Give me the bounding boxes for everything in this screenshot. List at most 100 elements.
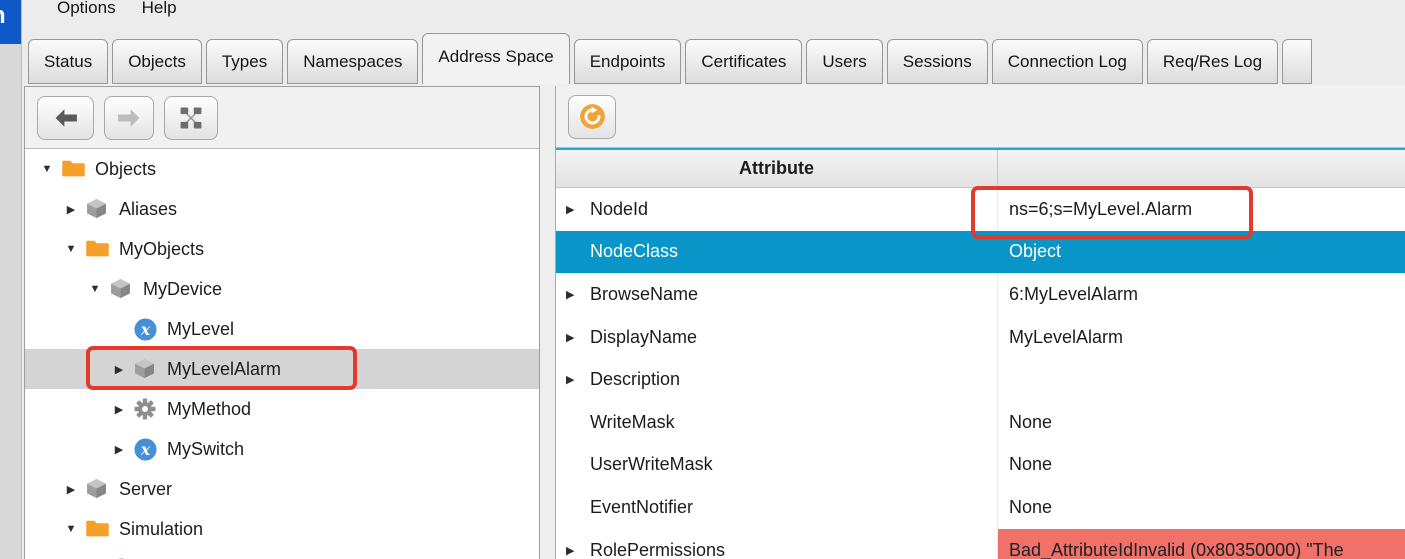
attributes-table-body: ▶NodeIdns=6;s=MyLevel.AlarmNodeClassObje…	[556, 188, 1405, 559]
folder-icon	[86, 518, 109, 541]
attr-row-description[interactable]: ▶Description	[556, 358, 1405, 401]
attributes-panel: Attribute ▶NodeIdns=6;s=MyLevel.AlarmNod…	[555, 86, 1405, 559]
attr-row-browsename[interactable]: ▶BrowseName 6:MyLevelAlarm	[556, 273, 1405, 316]
tree-item-label: Aliases	[119, 199, 177, 220]
menu-help[interactable]: Help	[129, 0, 190, 20]
refresh-button[interactable]	[568, 95, 616, 139]
attribute-value-cell	[998, 358, 1405, 401]
tree-item-mylevel[interactable]: x MyLevel	[25, 309, 539, 349]
tree-item-label: MyLevelAlarm	[167, 359, 281, 380]
attributes-table: Attribute ▶NodeIdns=6;s=MyLevel.AlarmNod…	[556, 148, 1405, 559]
svg-text:x: x	[140, 319, 151, 338]
attribute-name: WriteMask	[590, 412, 675, 433]
attribute-value-cell: None	[998, 486, 1405, 529]
attribute-name: NodeClass	[590, 241, 678, 262]
forward-icon	[117, 108, 141, 128]
attribute-name: DisplayName	[590, 327, 697, 348]
chevron-expanded-icon[interactable]: ▼	[63, 243, 79, 255]
chevron-collapsed-icon[interactable]: ▶	[566, 373, 590, 386]
attr-row-writemask[interactable]: WriteMaskNone	[556, 401, 1405, 444]
attribute-name: NodeId	[590, 199, 648, 220]
attribute-name: BrowseName	[590, 284, 698, 305]
background-window-fragment: n	[0, 0, 22, 44]
menu-options[interactable]: Options	[44, 0, 129, 20]
cube-icon	[110, 278, 133, 301]
chevron-collapsed-icon[interactable]: ▶	[111, 403, 127, 416]
tab-connection-log[interactable]: Connection Log	[992, 39, 1143, 84]
variable-icon: x	[134, 318, 157, 341]
chevron-collapsed-icon[interactable]: ▶	[111, 363, 127, 376]
tree-item-myobjects[interactable]: ▼ MyObjects	[25, 229, 539, 269]
chevron-collapsed-icon[interactable]: ▶	[63, 483, 79, 496]
tree-item-label: MyDevice	[143, 279, 222, 300]
desktop-edge-strip: n	[0, 0, 22, 559]
chevron-collapsed-icon[interactable]: ▶	[111, 443, 127, 456]
cube-icon	[86, 478, 109, 501]
value-column-header	[998, 150, 1405, 187]
attribute-value-cell: MyLevelAlarm	[998, 316, 1405, 359]
attr-row-eventnotifier[interactable]: EventNotifierNone	[556, 486, 1405, 529]
chevron-expanded-icon[interactable]: ▼	[87, 283, 103, 295]
tab-certificates[interactable]: Certificates	[685, 39, 802, 84]
references-icon	[180, 107, 202, 129]
chevron-collapsed-icon[interactable]: ▶	[566, 288, 590, 301]
tree-item-aliases[interactable]: ▶ Aliases	[25, 189, 539, 229]
tree-item-label: MyLevel	[167, 319, 234, 340]
attribute-value-cell: 6:MyLevelAlarm	[998, 273, 1405, 316]
tab-objects[interactable]: Objects	[112, 39, 202, 84]
back-button[interactable]	[37, 96, 94, 140]
tab-namespaces[interactable]: Namespaces	[287, 39, 418, 84]
tab-status[interactable]: Status	[28, 39, 108, 84]
tree-item-item[interactable]: x	[25, 549, 539, 559]
tree-toolbar	[25, 87, 539, 149]
tree-item-myswitch[interactable]: ▶xMySwitch	[25, 429, 539, 469]
chevron-collapsed-icon[interactable]: ▶	[566, 203, 590, 216]
chevron-expanded-icon[interactable]: ▼	[63, 523, 79, 535]
folder-icon	[62, 158, 85, 181]
references-button[interactable]	[164, 96, 218, 140]
cube-icon	[86, 198, 109, 221]
chevron-collapsed-icon[interactable]: ▶	[63, 203, 79, 216]
attribute-name-cell: ▶RolePermissions	[556, 529, 998, 559]
tab-address-space[interactable]: Address Space	[422, 33, 569, 84]
address-space-tree-panel: ▼ Objects ▶ Aliases ▼ MyObjects ▼ MyDevice x MyLe…	[24, 86, 540, 559]
attribute-name-cell: ▶NodeId	[556, 188, 998, 231]
tree-item-label: MyObjects	[119, 239, 204, 260]
attr-row-userwritemask[interactable]: UserWriteMaskNone	[556, 444, 1405, 487]
attr-row-nodeclass[interactable]: NodeClassObject	[556, 231, 1405, 274]
background-window-letter: n	[0, 2, 6, 30]
tree-item-label: Simulation	[119, 519, 203, 540]
tab-sessions[interactable]: Sessions	[887, 39, 988, 84]
attr-row-rolepermissions[interactable]: ▶RolePermissionsBad_AttributeIdInvalid (…	[556, 529, 1405, 559]
tree-item-mylevelalarm[interactable]: ▶ MyLevelAlarm	[25, 349, 539, 389]
tree-item-server[interactable]: ▶Server	[25, 469, 539, 509]
attribute-name: RolePermissions	[590, 540, 725, 559]
attribute-name-cell: NodeClass	[556, 231, 998, 274]
menu-bar: OptionsHelp	[22, 0, 1405, 26]
tree-item-simulation[interactable]: ▼ Simulation	[25, 509, 539, 549]
cube-icon	[134, 358, 157, 381]
attribute-value-cell: Bad_AttributeIdInvalid (0x80350000) "The	[998, 529, 1405, 559]
tree-item-label: Objects	[95, 159, 156, 180]
folder-icon	[86, 238, 109, 261]
tab-endpoints[interactable]: Endpoints	[574, 39, 682, 84]
tab-types[interactable]: Types	[206, 39, 283, 84]
tab-users[interactable]: Users	[806, 39, 882, 84]
tree-item-mymethod[interactable]: ▶ MyMethod	[25, 389, 539, 429]
chevron-collapsed-icon[interactable]: ▶	[566, 331, 590, 344]
attribute-name-cell: WriteMask	[556, 401, 998, 444]
chevron-expanded-icon[interactable]: ▼	[39, 163, 55, 175]
attr-row-displayname[interactable]: ▶DisplayName MyLevelAlarm	[556, 316, 1405, 359]
forward-button[interactable]	[104, 96, 154, 140]
tree-item-objects[interactable]: ▼ Objects	[25, 149, 539, 189]
tab-bar: StatusObjectsTypesNamespacesAddress Spac…	[22, 26, 1405, 84]
chevron-collapsed-icon[interactable]: ▶	[566, 544, 590, 557]
tab-req-res-log[interactable]: Req/Res Log	[1147, 39, 1278, 84]
attr-row-nodeid[interactable]: ▶NodeIdns=6;s=MyLevel.Alarm	[556, 188, 1405, 231]
content-area: ▼ Objects ▶ Aliases ▼ MyObjects ▼ MyDevice x MyLe…	[22, 84, 1405, 559]
attribute-name: Description	[590, 369, 680, 390]
tree-item-label: MyMethod	[167, 399, 251, 420]
tree-item-mydevice[interactable]: ▼ MyDevice	[25, 269, 539, 309]
tab-partial[interactable]	[1282, 39, 1312, 84]
refresh-icon	[579, 103, 606, 130]
